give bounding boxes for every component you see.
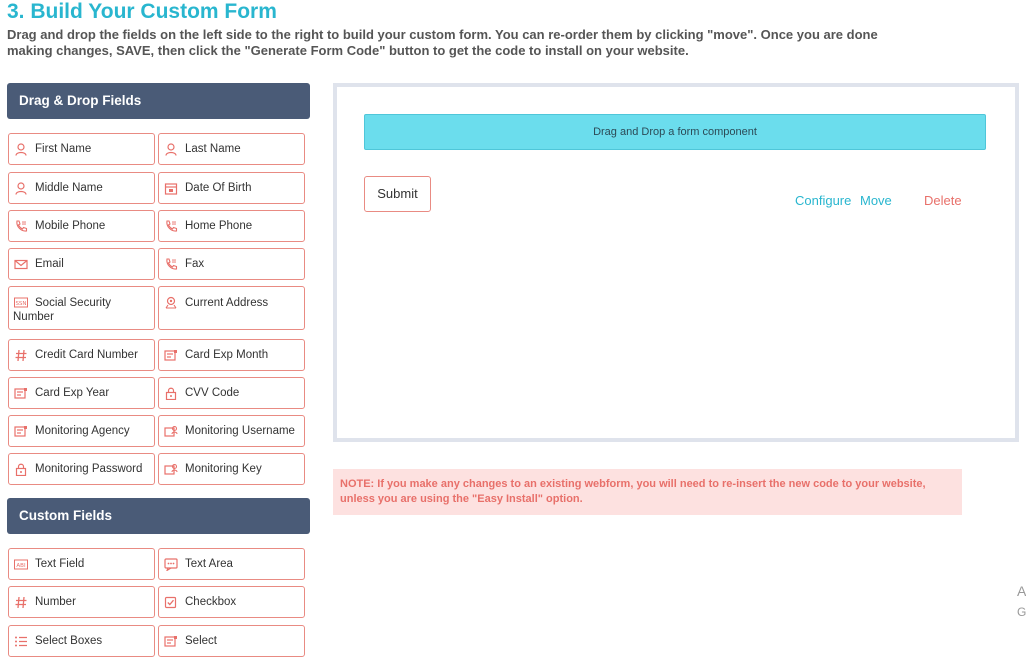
field-select-boxes[interactable]: Select Boxes bbox=[8, 625, 155, 657]
custom-fields-header: Custom Fields bbox=[7, 498, 310, 534]
field-label: Checkbox bbox=[185, 596, 237, 608]
field-checkbox[interactable]: Checkbox bbox=[158, 586, 305, 618]
field-middle-name[interactable]: Middle Name bbox=[8, 172, 155, 204]
page-title: 3. Build Your Custom Form bbox=[7, 0, 277, 23]
card-icon bbox=[14, 425, 28, 438]
calendar-icon bbox=[164, 182, 178, 195]
field-monitoring-password[interactable]: Monitoring Password bbox=[8, 453, 155, 485]
field-text-field[interactable]: ABI Text Field bbox=[8, 548, 155, 580]
field-select[interactable]: Select bbox=[158, 625, 305, 657]
field-monitoring-key[interactable]: Monitoring Key bbox=[158, 453, 305, 485]
text-field-icon: ABI bbox=[14, 558, 28, 571]
field-label: Card Exp Year bbox=[35, 387, 110, 399]
field-mobile-phone[interactable]: Mobile Phone bbox=[8, 210, 155, 242]
delete-link[interactable]: Delete bbox=[924, 193, 962, 208]
field-monitoring-agency[interactable]: Monitoring Agency bbox=[8, 415, 155, 447]
phone-icon bbox=[14, 220, 28, 233]
field-number[interactable]: Number bbox=[8, 586, 155, 618]
field-label: CVV Code bbox=[185, 387, 240, 399]
field-text-area[interactable]: Text Area bbox=[158, 548, 305, 580]
card-icon bbox=[164, 349, 178, 362]
field-cvv-code[interactable]: CVV Code bbox=[158, 377, 305, 409]
field-label: Social Security Number bbox=[13, 297, 112, 323]
lock-icon bbox=[14, 463, 28, 476]
field-home-phone[interactable]: Home Phone bbox=[158, 210, 305, 242]
field-label: Card Exp Month bbox=[185, 349, 269, 361]
person-icon bbox=[14, 182, 28, 195]
lock-icon bbox=[164, 387, 178, 400]
page-description: Drag and drop the fields on the left sid… bbox=[7, 27, 878, 58]
field-label: First Name bbox=[35, 143, 92, 155]
field-label: Monitoring Username bbox=[185, 425, 295, 437]
field-card-exp-month[interactable]: Card Exp Month bbox=[158, 339, 305, 371]
field-label: Last Name bbox=[185, 143, 241, 155]
field-label: Date Of Birth bbox=[185, 182, 252, 194]
edge-text-a: A bbox=[1017, 583, 1026, 599]
field-monitoring-username[interactable]: Monitoring Username bbox=[158, 415, 305, 447]
text-area-icon bbox=[164, 558, 178, 571]
field-label: Monitoring Agency bbox=[35, 425, 130, 437]
webform-note: NOTE: If you make any changes to an exis… bbox=[333, 469, 962, 515]
field-label: Monitoring Password bbox=[35, 463, 143, 475]
field-label: Number bbox=[35, 596, 76, 608]
list-icon bbox=[14, 635, 28, 648]
svg-text:ABI: ABI bbox=[16, 563, 26, 569]
move-link[interactable]: Move bbox=[860, 193, 892, 208]
field-social-security-number[interactable]: SSN Social Security Number bbox=[8, 286, 155, 330]
card-icon bbox=[14, 387, 28, 400]
field-first-name[interactable]: First Name bbox=[8, 133, 155, 165]
field-current-address[interactable]: Current Address bbox=[158, 286, 305, 330]
field-fax[interactable]: Fax bbox=[158, 248, 305, 280]
person-icon bbox=[14, 143, 28, 156]
phone-icon bbox=[164, 258, 178, 271]
field-label: Text Field bbox=[35, 558, 85, 570]
phone-icon bbox=[164, 220, 178, 233]
field-label: Select Boxes bbox=[35, 635, 103, 647]
configure-link[interactable]: Configure bbox=[795, 193, 851, 208]
field-label: Credit Card Number bbox=[35, 349, 138, 361]
edge-text-g: G bbox=[1017, 605, 1026, 619]
field-label: Monitoring Key bbox=[185, 463, 262, 475]
card-icon bbox=[164, 635, 178, 648]
user-card-icon bbox=[164, 425, 178, 438]
hash-icon bbox=[14, 596, 28, 609]
field-card-exp-year[interactable]: Card Exp Year bbox=[8, 377, 155, 409]
field-label: Current Address bbox=[185, 297, 269, 309]
field-label: Home Phone bbox=[185, 220, 253, 232]
field-label: Middle Name bbox=[35, 182, 103, 194]
hash-icon bbox=[14, 349, 28, 362]
checkbox-icon bbox=[164, 596, 178, 609]
field-email[interactable]: Email bbox=[8, 248, 155, 280]
field-credit-card-number[interactable]: Credit Card Number bbox=[8, 339, 155, 371]
field-label: Text Area bbox=[185, 558, 233, 570]
user-card-icon bbox=[164, 463, 178, 476]
drop-zone[interactable]: Drag and Drop a form component bbox=[364, 114, 986, 150]
drag-drop-fields-header: Drag & Drop Fields bbox=[7, 83, 310, 119]
field-label: Fax bbox=[185, 258, 205, 270]
form-builder-canvas[interactable]: Drag and Drop a form component Submit Co… bbox=[333, 83, 1019, 442]
field-label: Select bbox=[185, 635, 217, 647]
submit-button[interactable]: Submit bbox=[364, 176, 431, 212]
field-label: Email bbox=[35, 258, 64, 270]
envelope-icon bbox=[14, 258, 28, 271]
field-label: Mobile Phone bbox=[35, 220, 106, 232]
field-date-of-birth[interactable]: Date Of Birth bbox=[158, 172, 305, 204]
field-last-name[interactable]: Last Name bbox=[158, 133, 305, 165]
person-icon bbox=[164, 143, 178, 156]
